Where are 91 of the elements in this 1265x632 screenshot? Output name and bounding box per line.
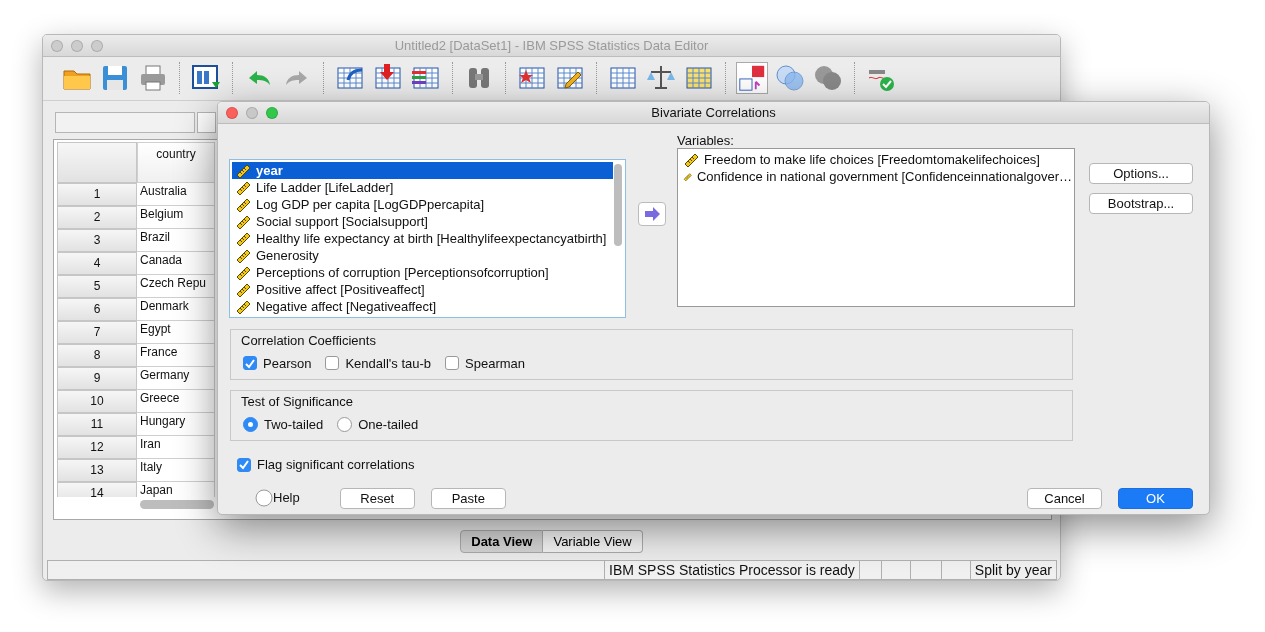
table-cell: Iran — [137, 435, 215, 459]
group-label: Correlation Coefficients — [241, 332, 376, 350]
row-number[interactable]: 2 — [57, 205, 137, 229]
group-label: Test of Significance — [241, 393, 353, 411]
help-icon — [255, 489, 273, 507]
column-header[interactable]: country — [137, 141, 215, 183]
table-cell: Egypt — [137, 320, 215, 344]
variable-item[interactable]: Life Ladder [LifeLadder] — [232, 179, 613, 196]
radio-button[interactable] — [337, 416, 353, 432]
ok-button[interactable]: OK — [1118, 487, 1193, 509]
row-number[interactable]: 11 — [57, 412, 137, 436]
table-cell: France — [137, 343, 215, 367]
variable-item[interactable]: Generosity — [232, 247, 613, 264]
table-cell: Greece — [137, 389, 215, 413]
table-cell: Belgium — [137, 205, 215, 229]
view-tab[interactable]: Data View — [460, 529, 544, 553]
table-cell: Denmark — [137, 297, 215, 321]
minimize-button[interactable] — [71, 39, 83, 52]
table-cell: Czech Repu — [137, 274, 215, 298]
variable-item[interactable]: year — [232, 162, 613, 179]
status-text: Split by year — [969, 561, 1056, 579]
table-cell: Canada — [137, 251, 215, 275]
ruler-icon — [235, 179, 251, 196]
value-labels-icon[interactable] — [736, 62, 768, 95]
row-number[interactable]: 10 — [57, 389, 137, 413]
radio-button[interactable] — [243, 416, 258, 432]
checkbox[interactable] — [237, 457, 251, 472]
table-cell: Brazil — [137, 228, 215, 252]
ruler-icon — [235, 264, 251, 281]
check-icon — [238, 459, 250, 471]
row-number[interactable]: 3 — [57, 228, 137, 252]
checkbox[interactable] — [243, 356, 257, 371]
zoom-button[interactable] — [91, 39, 103, 52]
check-icon — [244, 357, 256, 369]
row-number[interactable]: 4 — [57, 251, 137, 275]
table-cell: Germany — [137, 366, 215, 390]
close-button[interactable] — [51, 39, 63, 52]
variable-item[interactable]: Freedom to make life choices [Freedomtomakelifechoices] — [680, 151, 1072, 168]
row-number[interactable]: 6 — [57, 297, 137, 321]
table-cell: Australia — [137, 182, 215, 206]
dialog-button[interactable]: Paste — [430, 487, 506, 509]
row-number[interactable]: 8 — [57, 343, 137, 367]
list-label: Variables: — [677, 133, 735, 148]
scrollbar-thumb[interactable] — [614, 164, 622, 246]
variable-item[interactable]: Healthy life expectancy at birth [Healthylifeexpectancyatbirth] — [232, 230, 613, 247]
variable-item[interactable]: Negative affect [Negativeaffect] — [232, 298, 613, 315]
view-tab[interactable]: Variable View — [543, 529, 643, 553]
ruler-icon — [235, 298, 251, 315]
cell-value-field[interactable] — [197, 111, 216, 133]
status-text: IBM SPSS Statistics Processor is ready — [604, 561, 859, 579]
table-cell: Hungary — [137, 412, 215, 436]
checkbox[interactable] — [445, 356, 459, 371]
checkbox-label: Kendall's tau-b — [345, 354, 431, 373]
variable-item[interactable]: Social support [Socialsupport] — [232, 213, 613, 230]
variable-item[interactable]: Positive affect [Positiveaffect] — [232, 281, 613, 298]
row-number[interactable]: 12 — [57, 435, 137, 459]
window-title: Untitled2 [DataSet1] - IBM SPSS Statistics Data Editor — [393, 36, 710, 55]
ruler-icon — [235, 213, 251, 230]
checkbox-label: Flag significant correlations — [257, 456, 415, 474]
help-button[interactable]: Help — [255, 488, 300, 508]
dialog-title: Bivariate Correlations — [650, 103, 777, 122]
arrow-icon — [643, 206, 661, 222]
checkbox-label: Spearman — [465, 354, 525, 373]
ruler-icon — [235, 196, 251, 213]
row-number[interactable]: 13 — [57, 458, 137, 482]
scrollbar-thumb[interactable] — [140, 499, 214, 509]
dialog-button[interactable]: Options... — [1089, 163, 1193, 184]
dialog-button[interactable]: Reset — [339, 487, 415, 509]
table-cell: Italy — [137, 458, 215, 482]
ruler-icon — [235, 247, 251, 264]
ruler-icon — [235, 281, 251, 298]
cell-name-field[interactable] — [55, 111, 195, 133]
variable-item[interactable]: Log GDP per capita [LogGDPpercapita] — [232, 196, 613, 213]
row-number[interactable]: 1 — [57, 182, 137, 206]
checkbox[interactable] — [325, 356, 340, 371]
dialog-button[interactable]: Cancel — [1027, 487, 1102, 509]
move-button[interactable] — [638, 202, 666, 226]
checkbox-label: Pearson — [263, 354, 312, 373]
zoom-button[interactable] — [266, 106, 278, 119]
close-button[interactable] — [226, 106, 238, 119]
ruler-icon — [235, 162, 251, 179]
row-number[interactable]: 5 — [57, 274, 137, 298]
row-number[interactable]: 7 — [57, 320, 137, 344]
variable-item[interactable]: Confidence in national government [Confidenceinnationalgover… — [680, 168, 1072, 185]
variable-item[interactable]: Perceptions of corruption [Perceptionsofcorruption] — [232, 264, 613, 281]
dialog-button[interactable]: Bootstrap... — [1089, 193, 1193, 214]
radio-label: One-tailed — [358, 415, 419, 434]
row-number[interactable]: 9 — [57, 366, 137, 390]
radio-label: Two-tailed — [264, 415, 324, 434]
minimize-button[interactable] — [246, 106, 258, 119]
ruler-icon — [235, 230, 251, 247]
